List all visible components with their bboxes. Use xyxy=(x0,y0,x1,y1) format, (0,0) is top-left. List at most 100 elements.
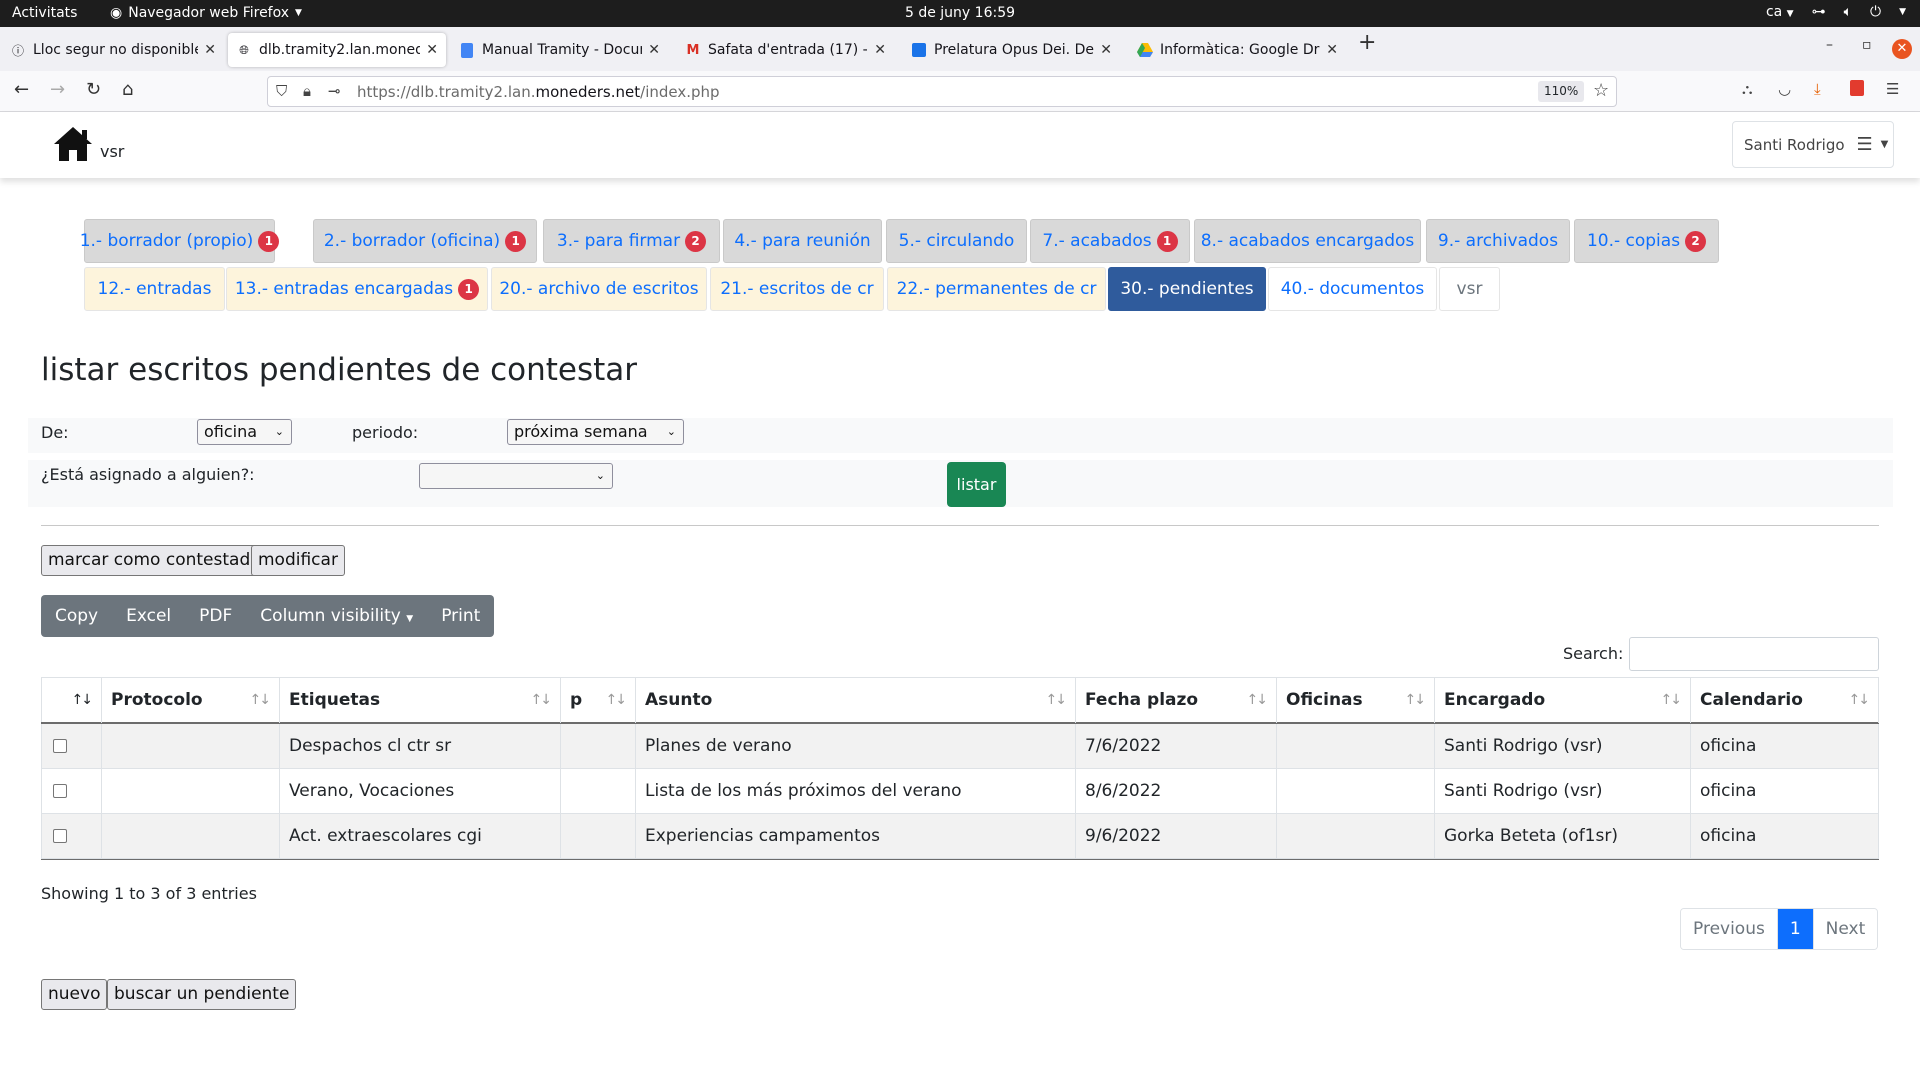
table-row[interactable]: Act. extraescolares cgi Experiencias cam… xyxy=(41,814,1879,859)
listar-button[interactable]: listar xyxy=(947,462,1006,507)
permissions-icon[interactable]: ⊸ xyxy=(328,82,341,100)
activities-button[interactable]: Activitats xyxy=(12,5,77,21)
zoom-indicator[interactable]: 110% xyxy=(1538,81,1585,102)
reload-button[interactable]: ↻ xyxy=(86,79,101,100)
new-tab-button[interactable]: + xyxy=(1358,30,1376,55)
pocket-icon[interactable]: ◡ xyxy=(1778,80,1791,98)
system-tray[interactable]: ca ▼ ⊶ 🔈︎ ⏻ ▼ xyxy=(1766,4,1906,20)
search-input[interactable] xyxy=(1629,637,1879,671)
window-close-button[interactable]: ✕ xyxy=(1892,39,1912,59)
close-icon[interactable]: ✕ xyxy=(648,42,660,58)
hamburger-menu-icon[interactable]: ☰ xyxy=(1886,80,1899,98)
browser-tab[interactable]: Informàtica: Google Drive ✕ xyxy=(1129,33,1346,67)
column-header-p[interactable]: p ↑↓ xyxy=(561,678,636,723)
tab-circulando[interactable]: 5.- circulando xyxy=(886,219,1027,263)
clock[interactable]: 5 de juny 16:59 xyxy=(905,5,1015,21)
row-checkbox[interactable] xyxy=(53,784,67,798)
asignado-select[interactable]: ⌄ xyxy=(419,463,613,489)
cell-fecha-plazo: 9/6/2022 xyxy=(1076,814,1277,858)
column-header-etiquetas[interactable]: Etiquetas ↑↓ xyxy=(280,678,561,723)
maximize-button[interactable]: ▫ xyxy=(1862,37,1872,53)
tab-entradas[interactable]: 12.- entradas xyxy=(84,267,225,311)
column-header-calendario[interactable]: Calendario ↑↓ xyxy=(1691,678,1879,723)
tab-para-firmar[interactable]: 3.- para firmar 2 xyxy=(543,219,720,263)
tab-archivados[interactable]: 9.- archivados xyxy=(1426,219,1570,263)
tab-archivo-de-escritos[interactable]: 20.- archivo de escritos xyxy=(491,267,707,311)
column-header-oficinas[interactable]: Oficinas ↑↓ xyxy=(1277,678,1435,723)
power-icon[interactable]: ⏻ xyxy=(1870,4,1881,20)
next-page-button[interactable]: Next xyxy=(1813,909,1878,949)
url-bar[interactable]: ⛉ 🔒︎ ⊸ https://dlb.tramity2.lan.moneders… xyxy=(267,76,1617,107)
language-indicator[interactable]: ca ▼ xyxy=(1766,4,1794,20)
row-checkbox[interactable] xyxy=(53,739,67,753)
column-header-fecha-plazo[interactable]: Fecha plazo ↑↓ xyxy=(1076,678,1277,723)
tab-label: vsr xyxy=(1456,279,1483,299)
bookmark-star-icon[interactable]: ☆ xyxy=(1593,80,1609,101)
app-menu[interactable]: ◉ Navegador web Firefox ▼ xyxy=(110,5,302,21)
tab-borrador-oficina[interactable]: 2.- borrador (oficina) 1 xyxy=(313,219,537,263)
buscar-pendiente-button[interactable]: buscar un pendiente xyxy=(107,979,297,1010)
de-select[interactable]: oficina ⌄ xyxy=(197,419,292,445)
pdf-button[interactable]: PDF xyxy=(185,595,246,637)
tab-escritos-de-cr[interactable]: 21.- escritos de cr xyxy=(710,267,884,311)
forward-button[interactable]: → xyxy=(50,79,65,100)
column-header-asunto[interactable]: Asunto ↑↓ xyxy=(636,678,1076,723)
modificar-button[interactable]: modificar xyxy=(251,545,345,576)
home-label[interactable]: vsr xyxy=(100,142,124,161)
download-icon[interactable]: ⤓ xyxy=(1814,80,1821,98)
row-checkbox[interactable] xyxy=(53,829,67,843)
url-text[interactable]: https://dlb.tramity2.lan.moneders.net/in… xyxy=(357,83,720,101)
nuevo-button[interactable]: nuevo xyxy=(41,979,108,1010)
close-icon[interactable]: ✕ xyxy=(204,42,216,58)
tab-permanentes-de-cr[interactable]: 22.- permanentes de cr xyxy=(887,267,1106,311)
previous-page-button[interactable]: Previous xyxy=(1681,909,1778,949)
browser-tab[interactable]: Prelatura Opus Dei. Dele ✕ xyxy=(903,33,1120,67)
tab-entradas-encargadas[interactable]: 13.- entradas encargadas 1 xyxy=(226,267,488,311)
tab-label: 21.- escritos de cr xyxy=(720,279,874,299)
table-row[interactable]: Verano, Vocaciones Lista de los más próx… xyxy=(41,769,1879,814)
browser-tab[interactable]: M Safata d'entrada (17) - jor ✕ xyxy=(677,33,894,67)
lock-icon[interactable]: 🔒︎ xyxy=(303,82,311,100)
column-header-protocolo[interactable]: Protocolo ↑↓ xyxy=(102,678,280,723)
close-icon[interactable]: ✕ xyxy=(426,42,438,58)
tab-para-reunion[interactable]: 4.- para reunión xyxy=(723,219,882,263)
tab-pendientes[interactable]: 30.- pendientes xyxy=(1108,267,1266,311)
chevron-down-icon: ⌄ xyxy=(595,469,605,482)
page-1-button[interactable]: 1 xyxy=(1777,909,1814,949)
home-link[interactable] xyxy=(53,126,93,162)
back-button[interactable]: ← xyxy=(14,79,29,100)
column-header-select[interactable]: ↑↓ xyxy=(41,678,102,723)
docs-icon xyxy=(459,42,475,58)
marcar-contestado-button[interactable]: marcar como contestado xyxy=(41,545,268,576)
shield-icon[interactable]: ⛉ xyxy=(276,82,287,100)
close-icon[interactable]: ✕ xyxy=(874,42,886,58)
user-menu-button[interactable]: Santi Rodrigo ☰ ▼ xyxy=(1732,121,1894,168)
cell-protocolo xyxy=(102,814,280,858)
volume-icon[interactable]: 🔈︎ xyxy=(1844,4,1852,20)
pocket-save-icon[interactable]: ⛬ xyxy=(1742,80,1753,98)
chevron-down-icon[interactable]: ▼ xyxy=(1899,7,1906,17)
browser-tab[interactable]: Manual Tramity - Document ✕ xyxy=(451,33,668,67)
print-button[interactable]: Print xyxy=(427,595,494,637)
tab-borrador-propio[interactable]: 1.- borrador (propio) 1 xyxy=(80,219,280,263)
copy-button[interactable]: Copy xyxy=(41,595,112,637)
column-visibility-button[interactable]: Column visibility ▼ xyxy=(246,595,427,637)
de-label: De: xyxy=(41,423,69,442)
tab-vsr[interactable]: vsr xyxy=(1439,267,1500,311)
column-header-encargado[interactable]: Encargado ↑↓ xyxy=(1435,678,1691,723)
tab-acabados-encargados[interactable]: 8.- acabados encargados xyxy=(1194,219,1421,263)
browser-tab-active[interactable]: 🌐︎ dlb.tramity2.lan.moneders ✕ xyxy=(228,33,446,67)
table-row[interactable]: Despachos cl ctr sr Planes de verano 7/6… xyxy=(41,724,1879,769)
tab-copias[interactable]: 10.- copias 2 xyxy=(1574,219,1719,263)
tab-acabados[interactable]: 7.- acabados 1 xyxy=(1030,219,1190,263)
excel-button[interactable]: Excel xyxy=(112,595,185,637)
network-icon[interactable]: ⊶ xyxy=(1812,4,1826,20)
minimize-button[interactable]: – xyxy=(1826,37,1833,53)
home-button[interactable]: ⌂ xyxy=(122,79,133,100)
close-icon[interactable]: ✕ xyxy=(1326,42,1338,58)
close-icon[interactable]: ✕ xyxy=(1100,42,1112,58)
periodo-select[interactable]: próxima semana ⌄ xyxy=(507,419,684,445)
browser-tab[interactable]: ⓘ Lloc segur no disponible ✕ xyxy=(2,33,224,67)
tab-documentos[interactable]: 40.- documentos xyxy=(1268,267,1437,311)
extension-icon[interactable] xyxy=(1850,80,1864,100)
